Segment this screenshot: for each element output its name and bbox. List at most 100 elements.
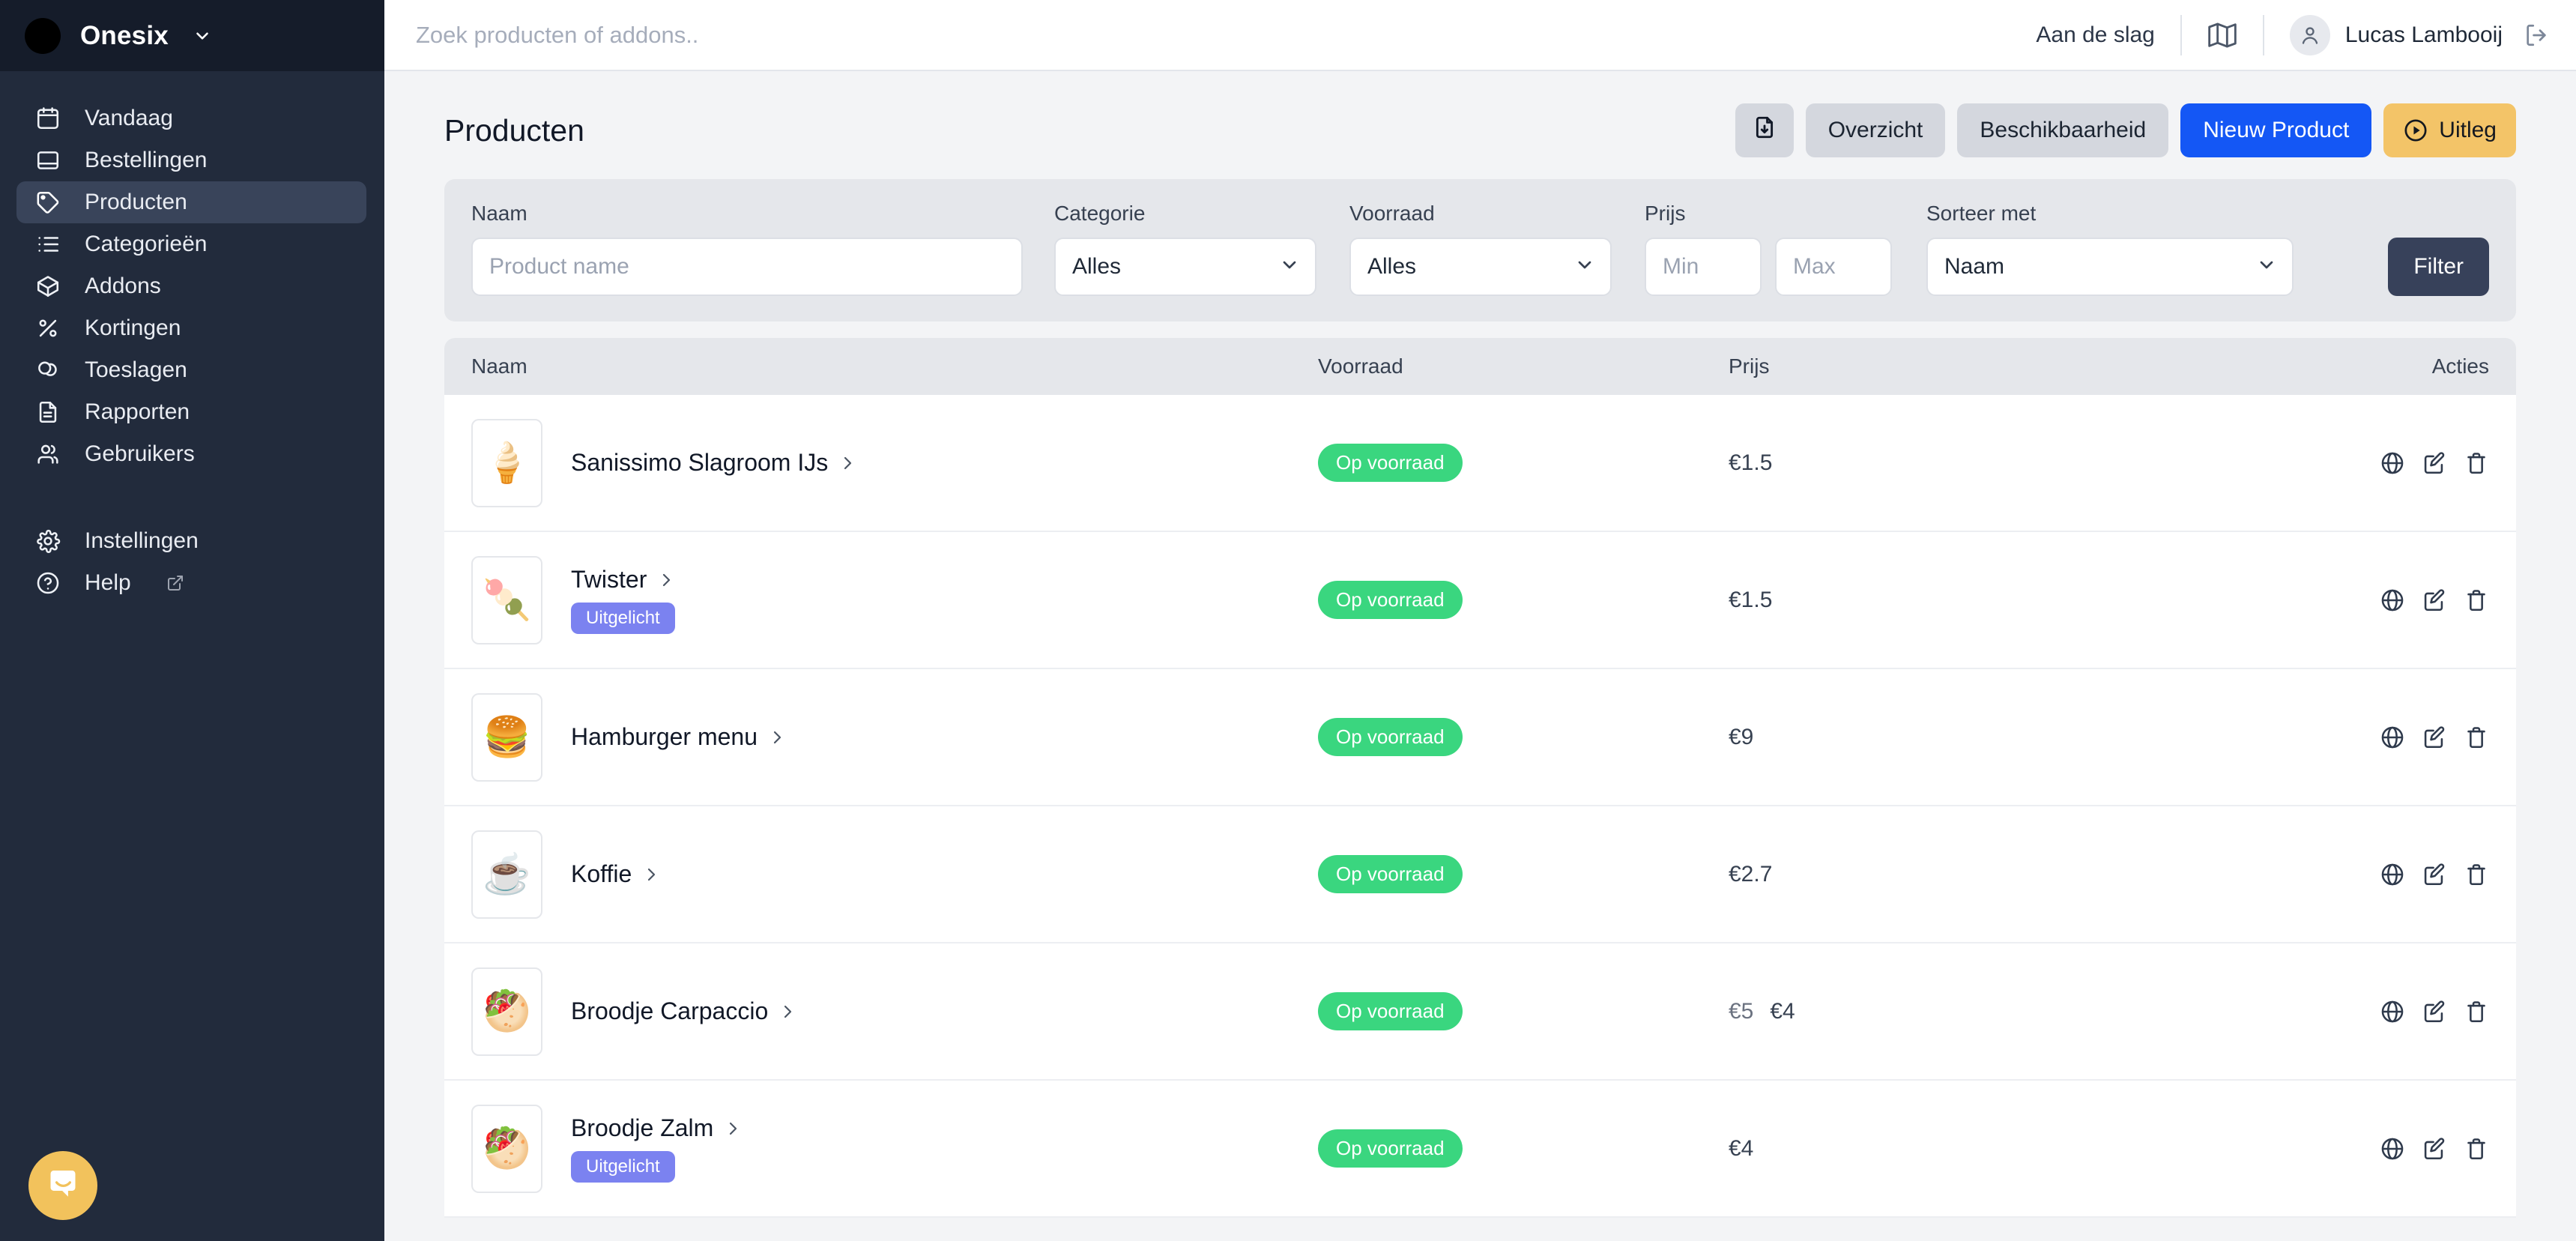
filter-submit-button[interactable]: Filter	[2388, 238, 2489, 296]
new-product-button[interactable]: Nieuw Product	[2180, 103, 2372, 157]
filter-categorie-select[interactable]: Alles	[1054, 238, 1316, 296]
table-row[interactable]: 🍔 Hamburger menu Op voorraad €9	[444, 669, 2516, 806]
calendar-icon	[33, 103, 63, 133]
sidebar-item-label: Instellingen	[85, 528, 199, 553]
product-text-block: Broodje Zalm Uitgelicht	[571, 1114, 742, 1183]
filter-prijs: Prijs	[1645, 202, 1892, 296]
logout-icon[interactable]	[2524, 22, 2549, 48]
chat-launcher-button[interactable]	[28, 1151, 97, 1220]
chevron-right-icon	[778, 1003, 796, 1021]
product-thumbnail: 🍡	[471, 555, 542, 644]
globe-icon[interactable]	[2380, 862, 2405, 887]
trash-icon[interactable]	[2464, 588, 2489, 613]
sidebar-item-kortingen[interactable]: Kortingen	[16, 307, 366, 349]
product-cell: ☕ Koffie	[471, 830, 1318, 919]
globe-icon[interactable]	[2380, 588, 2405, 613]
export-button[interactable]	[1735, 103, 1794, 157]
play-circle-icon	[2403, 118, 2428, 143]
edit-icon[interactable]	[2422, 999, 2447, 1024]
filter-voorraad-select-wrap: Alles	[1349, 238, 1612, 296]
brand-name: Onesix	[80, 20, 169, 50]
gear-icon	[33, 526, 63, 556]
product-name-link[interactable]: Twister	[571, 566, 675, 594]
sidebar-item-label: Addons	[85, 274, 161, 298]
actions-cell	[2354, 1136, 2489, 1162]
sidebar-item-gebruikers[interactable]: Gebruikers	[16, 433, 366, 475]
availability-button[interactable]: Beschikbaarheid	[1957, 103, 2169, 157]
price-cell: €4	[1729, 1136, 2354, 1162]
featured-badge: Uitgelicht	[571, 1151, 675, 1183]
stock-cell: Op voorraad	[1318, 444, 1729, 482]
filter-sorteer-select[interactable]: Naam	[1926, 238, 2294, 296]
filter-prijs-max-input[interactable]	[1775, 238, 1892, 296]
chevron-right-icon	[768, 728, 786, 746]
page-actions: Overzicht Beschikbaarheid Nieuw Product …	[1735, 103, 2516, 157]
table-row[interactable]: 🍡 Twister Uitgelicht Op voorraad €1.5	[444, 532, 2516, 669]
overview-button[interactable]: Overzicht	[1805, 103, 1946, 157]
sidebar-item-help[interactable]: Help	[16, 562, 366, 604]
product-name-link[interactable]: Broodje Zalm	[571, 1114, 742, 1142]
sidebar-item-toeslagen[interactable]: Toeslagen	[16, 349, 366, 391]
table-row[interactable]: 🍦 Sanissimo Slagroom IJs Op voorraad €1.5	[444, 395, 2516, 532]
top-bar: Aan de slag Lucas Lambooij	[384, 0, 2576, 71]
filter-voorraad-select[interactable]: Alles	[1349, 238, 1612, 296]
price-current: €1.5	[1729, 587, 1773, 612]
globe-icon[interactable]	[2380, 450, 2405, 476]
filter-categorie-select-wrap: Alles	[1054, 238, 1316, 296]
featured-badge: Uitgelicht	[571, 603, 675, 634]
product-name-link[interactable]: Koffie	[571, 860, 660, 888]
document-icon	[33, 397, 63, 427]
product-name: Broodje Carpaccio	[571, 997, 769, 1024]
explain-button[interactable]: Uitleg	[2383, 103, 2516, 157]
sidebar-item-instellingen[interactable]: Instellingen	[16, 520, 366, 562]
table-row[interactable]: 🥙 Broodje Zalm Uitgelicht Op voorraad €4	[444, 1081, 2516, 1218]
avatar[interactable]	[2289, 14, 2330, 55]
sidebar-item-categorieen[interactable]: Categorieën	[16, 223, 366, 265]
edit-icon[interactable]	[2422, 862, 2447, 887]
edit-icon[interactable]	[2422, 588, 2447, 613]
edit-icon[interactable]	[2422, 450, 2447, 476]
sidebar-item-rapporten[interactable]: Rapporten	[16, 391, 366, 433]
stock-cell: Op voorraad	[1318, 581, 1729, 619]
edit-icon[interactable]	[2422, 1136, 2447, 1162]
globe-icon[interactable]	[2380, 725, 2405, 750]
sidebar-item-addons[interactable]: Addons	[16, 265, 366, 307]
filter-naam-input[interactable]	[471, 238, 1023, 296]
brand-switcher[interactable]: Onesix	[0, 0, 384, 71]
table-row[interactable]: ☕ Koffie Op voorraad €2.7	[444, 806, 2516, 943]
trash-icon[interactable]	[2464, 1136, 2489, 1162]
product-name: Sanissimo Slagroom IJs	[571, 449, 829, 476]
get-started-link[interactable]: Aan de slag	[2036, 22, 2154, 48]
filter-sorteer-label: Sorteer met	[1926, 202, 2037, 225]
product-name: Twister	[571, 566, 647, 593]
filter-voorraad: Voorraad Alles	[1349, 202, 1612, 296]
product-thumbnail: 🍦	[471, 418, 542, 507]
status-badge: Op voorraad	[1318, 1129, 1463, 1168]
product-name-link[interactable]: Broodje Carpaccio	[571, 997, 796, 1025]
filter-prijs-min-input[interactable]	[1645, 238, 1762, 296]
map-icon[interactable]	[2207, 20, 2237, 50]
globe-icon[interactable]	[2380, 999, 2405, 1024]
edit-icon[interactable]	[2422, 725, 2447, 750]
sidebar-item-label: Rapporten	[85, 399, 190, 424]
user-name[interactable]: Lucas Lambooij	[2345, 22, 2503, 48]
sidebar-item-bestellingen[interactable]: Bestellingen	[16, 139, 366, 181]
product-name-link[interactable]: Sanissimo Slagroom IJs	[571, 449, 856, 477]
product-thumbnail: ☕	[471, 830, 542, 919]
product-cell: 🍡 Twister Uitgelicht	[471, 555, 1318, 644]
price-current: €9	[1729, 724, 1754, 749]
table-row[interactable]: 🥙 Broodje Carpaccio Op voorraad €5 €4	[444, 943, 2516, 1081]
search-input[interactable]	[416, 21, 2037, 49]
price-cell: €1.5	[1729, 588, 2354, 613]
actions-cell	[2354, 862, 2489, 887]
trash-icon[interactable]	[2464, 725, 2489, 750]
tag-icon	[33, 187, 63, 217]
filter-categorie-label: Categorie	[1054, 202, 1146, 225]
trash-icon[interactable]	[2464, 999, 2489, 1024]
sidebar-item-vandaag[interactable]: Vandaag	[16, 97, 366, 139]
sidebar-item-producten[interactable]: Producten	[16, 181, 366, 223]
trash-icon[interactable]	[2464, 862, 2489, 887]
product-name-link[interactable]: Hamburger menu	[571, 723, 786, 751]
globe-icon[interactable]	[2380, 1136, 2405, 1162]
trash-icon[interactable]	[2464, 450, 2489, 476]
